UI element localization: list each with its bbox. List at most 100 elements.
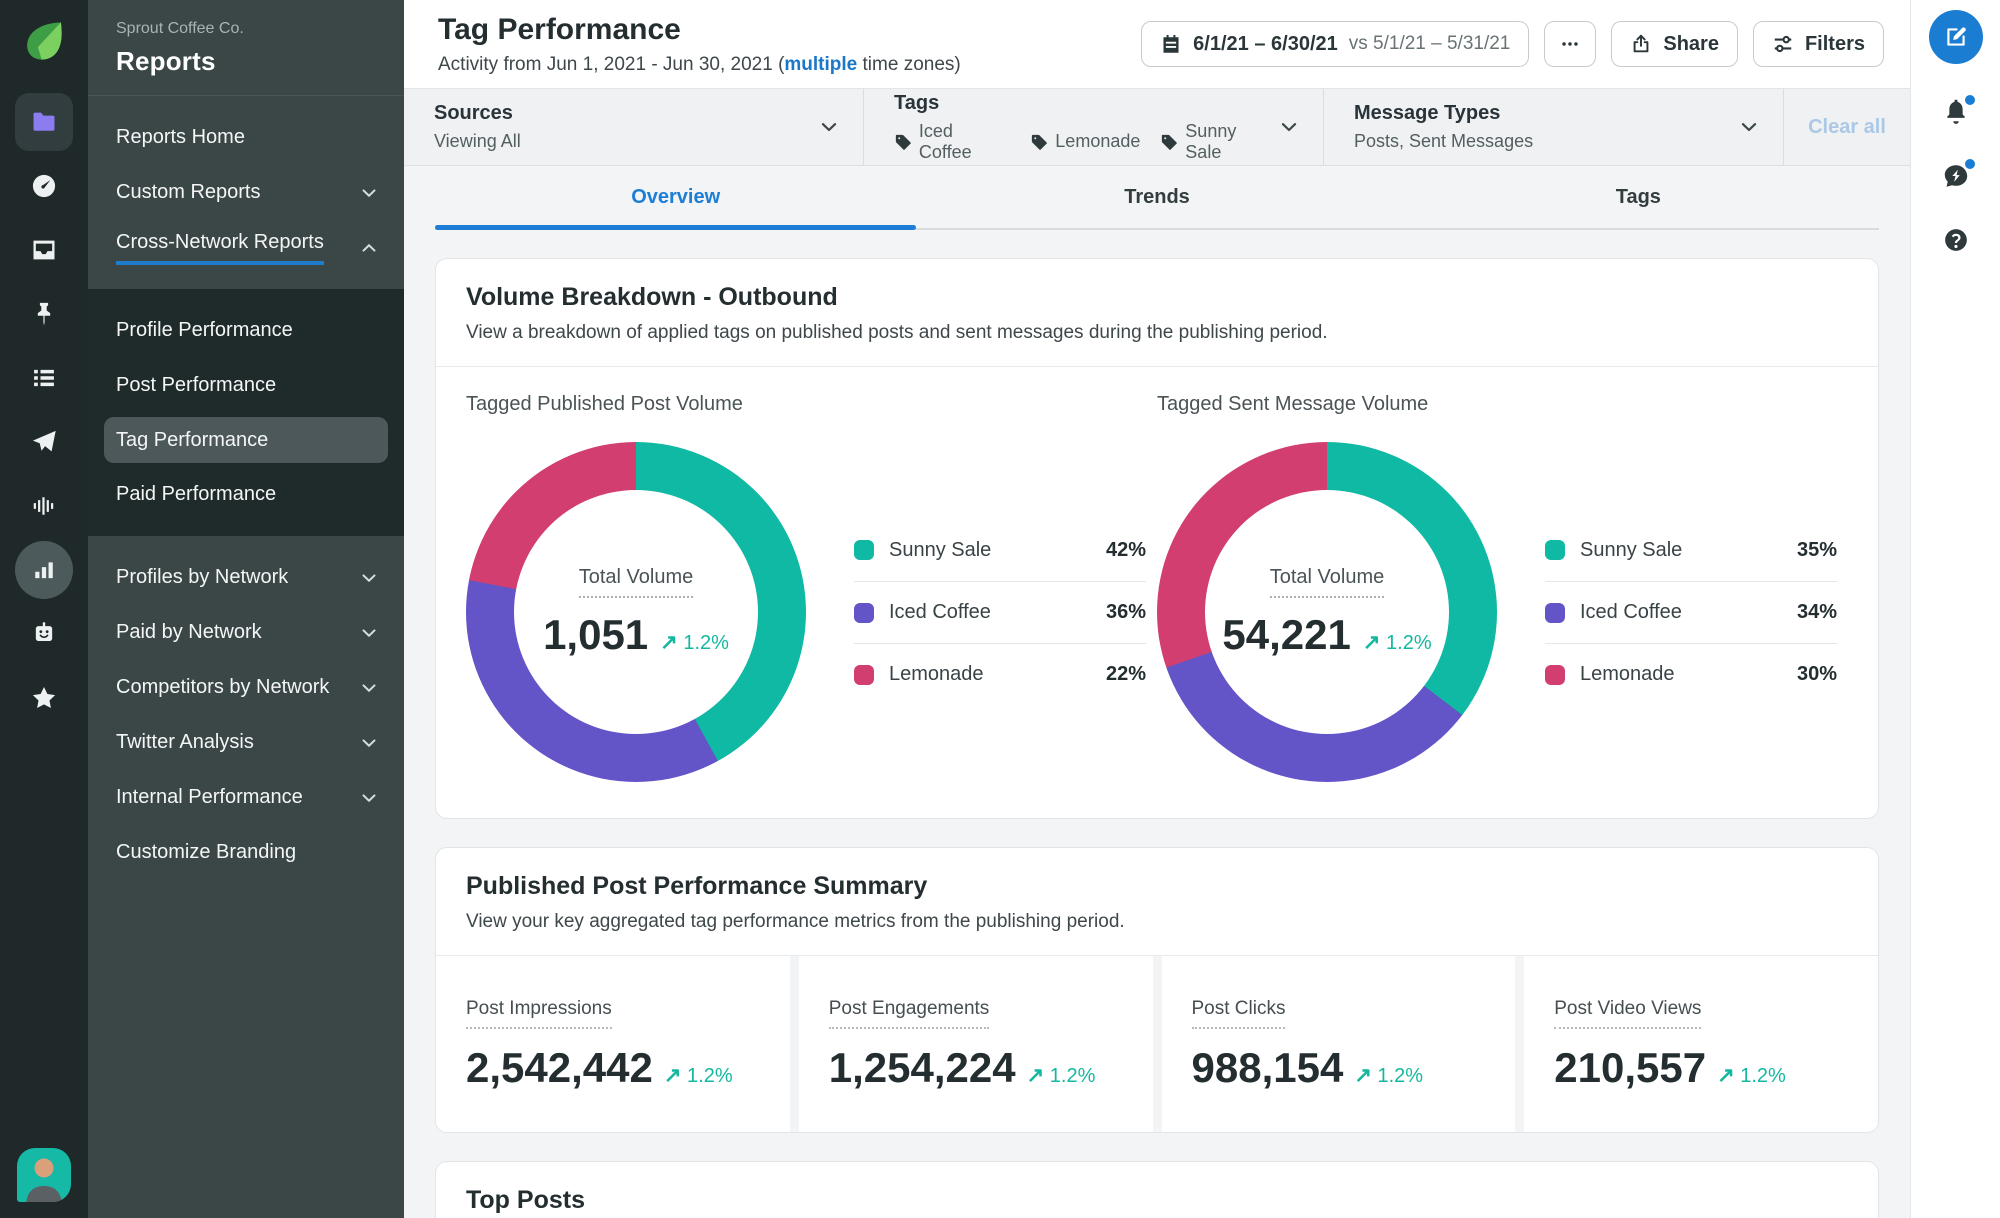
chevron-down-icon [817, 115, 841, 139]
sidebar-item-customize-branding[interactable]: Customize Branding [88, 825, 404, 880]
message-types-filter[interactable]: Message Types Posts, Sent Messages [1324, 89, 1784, 165]
sidebar-header: Sprout Coffee Co. Reports [88, 0, 404, 95]
tags-filter[interactable]: Tags Iced Coffee Lemonade Sunny Sale [864, 89, 1324, 165]
nav-pinned[interactable] [15, 285, 73, 343]
sidebar-item-reports-home[interactable]: Reports Home [88, 110, 404, 165]
chart-title: Tagged Sent Message Volume [1157, 393, 1429, 415]
sidebar-secondary-section: Profiles by Network Paid by Network Comp… [88, 536, 404, 1218]
chevron-down-icon [358, 622, 380, 644]
legend-row: Iced Coffee 34% [1545, 581, 1837, 643]
sources-filter[interactable]: Sources Viewing All [404, 89, 864, 165]
date-range-button[interactable]: 6/1/21 – 6/30/21 vs 5/1/21 – 5/31/21 [1141, 21, 1530, 67]
legend-label: Sunny Sale [889, 538, 992, 561]
nav-dashboard[interactable] [15, 157, 73, 215]
card-subtitle: View your key aggregated tag performance… [466, 911, 1125, 932]
nav-reports-charts[interactable] [15, 541, 73, 599]
up-right-arrow-icon: ↗ [1717, 1064, 1735, 1087]
sidebar-item-internal-performance[interactable]: Internal Performance [88, 770, 404, 825]
paper-plane-icon [30, 428, 58, 456]
tab-trends[interactable]: Trends [916, 166, 1397, 228]
sidebar-item-label: Twitter Analysis [116, 731, 254, 753]
multiple-time-zones-link[interactable]: multiple [784, 54, 857, 75]
legend-percent: 42% [1105, 538, 1146, 561]
sidebar-item-paid-by-network[interactable]: Paid by Network [88, 605, 404, 660]
sidebar-item-label: Custom Reports [116, 181, 261, 203]
bar-chart-icon [30, 556, 58, 584]
nav-queue[interactable] [15, 349, 73, 407]
sidebar-item-profiles-by-network[interactable]: Profiles by Network [88, 550, 404, 605]
report-title-block: Tag Performance Activity from Jun 1, 202… [438, 13, 961, 76]
metric-post-engagements: Post Engagements 1,254,224 ↗ 1.2% [798, 956, 1153, 1132]
tag-chip-label: Iced Coffee [918, 120, 972, 162]
sidebar-item-post-performance[interactable]: Post Performance [88, 358, 404, 413]
report-content: Overview Trends Tags Volume Breakdown - … [404, 166, 1910, 1218]
top-posts-header: Top Posts View the top tagged published … [436, 1162, 1878, 1218]
metric-value: 1,254,224 [828, 1044, 1016, 1091]
sidebar-item-label: Tag Performance [116, 428, 269, 451]
share-button[interactable]: Share [1611, 21, 1738, 67]
notifications-button[interactable] [1942, 93, 1977, 126]
sidebar-item-label: Reports Home [116, 126, 245, 148]
legend-swatch [1545, 540, 1565, 560]
summary-metrics-row: Post Impressions 2,542,442 ↗ 1.2% Post E… [436, 955, 1878, 1132]
sources-filter-text: Sources Viewing All [434, 102, 521, 152]
nav-favorites[interactable] [15, 669, 73, 727]
chevron-down-icon [358, 732, 380, 754]
donut-center: Total Volume 1,051 ↗ 1.2% [514, 490, 758, 734]
metric-post-clicks: Post Clicks 988,154 ↗ 1.2% [1161, 956, 1516, 1132]
summary-header: Published Post Performance Summary View … [436, 848, 1878, 955]
sidebar-item-label: Competitors by Network [116, 676, 330, 698]
tab-tags[interactable]: Tags [1398, 166, 1879, 228]
sources-label: Sources [434, 102, 513, 124]
sources-value: Viewing All [434, 131, 521, 151]
sprout-leaf-logo[interactable] [21, 18, 67, 64]
help-icon [1942, 226, 1970, 254]
up-right-arrow-icon: ↗ [1354, 1064, 1372, 1087]
subtitle-suffix: time zones) [857, 53, 961, 75]
nav-listening[interactable] [15, 477, 73, 535]
sidebar-item-twitter-analysis[interactable]: Twitter Analysis [88, 715, 404, 770]
message-types-filter-text: Message Types Posts, Sent Messages [1354, 102, 1533, 152]
user-avatar[interactable] [17, 1148, 71, 1202]
donut-center: Total Volume 54,221 ↗ 1.2% [1205, 490, 1449, 734]
help-button[interactable] [1942, 226, 1970, 254]
metric-value: 988,154 [1191, 1044, 1344, 1091]
legend-swatch [1545, 602, 1565, 623]
sidebar-item-competitors-by-network[interactable]: Competitors by Network [88, 660, 404, 715]
whats-new-button[interactable] [1942, 157, 1977, 190]
clear-all-button[interactable]: Clear all [1784, 89, 1910, 165]
sidebar-item-tag-performance[interactable]: Tag Performance [104, 417, 388, 463]
filters-button[interactable]: Filters [1752, 21, 1884, 67]
nav-reports-folder[interactable] [15, 93, 73, 151]
share-icon [1630, 33, 1652, 55]
metric-label: Post Video Views [1554, 998, 1702, 1029]
volume-breakdown-header: Volume Breakdown - Outbound View a break… [436, 259, 1878, 366]
more-options-button[interactable] [1544, 21, 1597, 67]
total-volume-value: 1,051 [543, 610, 649, 658]
nav-inbox[interactable] [15, 221, 73, 279]
inbox-icon [30, 236, 58, 264]
compose-button[interactable] [1928, 10, 1983, 64]
legend-row: Lemonade 30% [1545, 643, 1837, 705]
published-post-volume-chart: Tagged Published Post Volume Total Volum… [466, 393, 1157, 782]
sidebar-item-cross-network-reports[interactable]: Cross-Network Reports [88, 220, 404, 275]
sidebar-item-profile-performance[interactable]: Profile Performance [88, 303, 404, 358]
tab-overview[interactable]: Overview [435, 166, 917, 230]
report-header: Tag Performance Activity from Jun 1, 202… [404, 0, 1910, 89]
total-volume-label: Total Volume [578, 566, 694, 598]
card-title: Top Posts [466, 1186, 585, 1214]
sidebar-item-paid-performance[interactable]: Paid Performance [88, 467, 404, 522]
legend-swatch [854, 664, 874, 685]
sidebar-item-custom-reports[interactable]: Custom Reports [88, 165, 404, 220]
legend-label: Iced Coffee [889, 601, 991, 623]
legend-label: Lemonade [1580, 663, 1675, 685]
tag-chip: Sunny Sale [1160, 121, 1277, 163]
change-badge: ↗ 1.2% [1363, 630, 1432, 655]
date-range-value: 6/1/21 – 6/30/21 [1193, 32, 1338, 55]
filter-bar: Sources Viewing All Tags Iced Coffee Lem… [404, 89, 1910, 166]
change-badge: ↗ 1.2% [1354, 1063, 1423, 1088]
tag-icon [894, 133, 912, 151]
chevron-down-icon [358, 677, 380, 699]
nav-automation[interactable] [15, 605, 73, 663]
nav-publishing[interactable] [15, 413, 73, 471]
